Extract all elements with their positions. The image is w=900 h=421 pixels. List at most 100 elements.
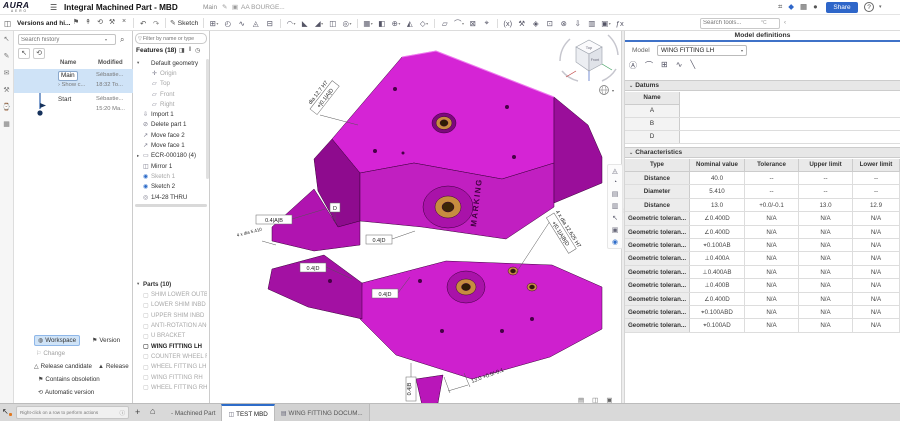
tools-icon[interactable]: ⚒	[3, 86, 9, 94]
api-icon[interactable]: ⌗	[778, 2, 782, 12]
units-label[interactable]: °C	[761, 20, 767, 26]
feature-item[interactable]: ▱ Right	[133, 99, 207, 109]
cursor-mode-icon[interactable]: ↖	[2, 407, 9, 416]
snapshot-icon[interactable]: ▣	[606, 396, 612, 404]
merge-icon[interactable]: ⚒	[108, 18, 116, 26]
perspective-toggle[interactable]: ▾	[600, 86, 615, 95]
redo-icon[interactable]: ↷	[153, 19, 159, 28]
surface-finish-tool-icon[interactable]: ∿	[676, 60, 683, 71]
version-name[interactable]: Start	[58, 96, 71, 103]
legend-workspace[interactable]: ◍Workspace	[34, 335, 80, 346]
part-item[interactable]: ▢ WHEEL FITTING RH	[133, 383, 207, 393]
tables-icon[interactable]: ▦	[3, 120, 10, 128]
fcf-b-vertical[interactable]: 0.4|B	[406, 377, 416, 401]
characteristic-row[interactable]: Geometric toleran... ∠0.400D N/A N/A N/A	[625, 226, 900, 239]
restore-icon[interactable]: ⟲	[96, 18, 104, 26]
display-states-icon[interactable]: ▥	[612, 202, 619, 210]
select-mode-icon[interactable]: ↖	[18, 48, 30, 59]
mbd-view-icon[interactable]: ◉	[612, 238, 618, 246]
search-tools-input[interactable]	[703, 20, 761, 26]
section-view-icon[interactable]: ◔	[613, 179, 617, 186]
version-row-start[interactable]: Start Sébastie... 15:20 Ma...	[14, 93, 133, 117]
branch-label[interactable]: Main	[203, 4, 217, 11]
insert-icon[interactable]: ▣ ▾	[599, 19, 613, 28]
version-search-input[interactable]	[21, 37, 105, 43]
model-select[interactable]: WING FITTING LH ▾	[657, 45, 747, 56]
view-caret-icon[interactable]: ▾	[612, 88, 614, 93]
curve-icon[interactable]: ⌒ ▾	[452, 18, 466, 29]
feature-item[interactable]: ◉ Sketch 1	[133, 171, 207, 181]
history-icon[interactable]: ◷	[195, 47, 200, 54]
print-icon[interactable]: ▥	[585, 19, 599, 28]
part-item[interactable]: ▢ U BRACKET	[133, 331, 207, 341]
sheet-icon[interactable]: ⊡	[543, 19, 557, 28]
separator-2[interactable]	[357, 19, 358, 28]
datum-d-label[interactable]: D	[330, 203, 340, 212]
separator-3[interactable]	[434, 19, 435, 28]
info-icon[interactable]: ⓘ	[119, 409, 125, 417]
appearance-icon[interactable]: ◬	[612, 167, 617, 175]
datum-tool-icon[interactable]: Ⓐ	[629, 60, 637, 71]
characteristics-section-header[interactable]: ⌄Characteristics	[625, 147, 900, 158]
characteristic-row[interactable]: Geometric toleran... ∠0.400D N/A N/A N/A	[625, 212, 900, 225]
share-button[interactable]: Share	[826, 2, 858, 13]
saved-views-icon[interactable]: ▣	[612, 226, 619, 234]
part-item[interactable]: ▢ COUNTER WHEEL FIT...	[133, 352, 207, 362]
app-store-icon[interactable]: ◆	[788, 2, 794, 12]
leader-tool-icon[interactable]: ╲	[690, 60, 695, 71]
note-dia-12-7[interactable]: dia 12.7 H7 ⌖|0.1|A|D	[305, 77, 339, 115]
tree-splitter[interactable]	[135, 204, 207, 207]
restore-version-icon[interactable]: ⟲	[33, 48, 45, 59]
feature-filter-box[interactable]: ▽	[135, 33, 207, 44]
comments-icon[interactable]: ✉	[4, 69, 10, 77]
parts-section[interactable]: ▾ Parts (10)	[133, 279, 207, 289]
create-branch-icon[interactable]: ↟	[84, 18, 92, 26]
version-name[interactable]: Main	[58, 71, 78, 81]
feature-item[interactable]: ◫ Mirror 1	[133, 161, 207, 171]
note-dia-5-410[interactable]: 4 x dia 5.410	[236, 226, 263, 237]
feature-item[interactable]: ⇩ Import 1	[133, 109, 207, 119]
part-item[interactable]: ▢ ANTI-ROTATION ANG...	[133, 321, 207, 331]
home-icon[interactable]: ⌂	[150, 406, 155, 416]
characteristic-row[interactable]: Geometric toleran... ⊥0.400A N/A N/A N/A	[625, 252, 900, 265]
feature-item[interactable]: ✛ Origin	[133, 68, 207, 78]
rollback-icon[interactable]: ◨	[179, 47, 185, 54]
version-row-main[interactable]: Main › Show c... Sébastie... 18:32 To...	[14, 69, 133, 93]
datum-row[interactable]: D	[625, 131, 900, 144]
thicken-icon[interactable]: ⊟	[263, 19, 277, 28]
org-icon[interactable]: ▦	[800, 2, 807, 12]
characteristic-row[interactable]: Geometric toleran... ⌖0.100AB N/A N/A N/…	[625, 239, 900, 252]
fcf-d-2[interactable]: 0.4|D	[300, 263, 326, 272]
feature-item[interactable]: ▱ Top	[133, 79, 207, 89]
tree-scrollbar[interactable]	[206, 59, 209, 179]
create-version-icon[interactable]: ⚑	[72, 18, 80, 26]
part-item[interactable]: ▢ WING FITTING LH	[133, 341, 207, 351]
version-search-box[interactable]: ▾	[18, 34, 116, 45]
search-caret-icon[interactable]: ▾	[105, 37, 107, 42]
edit-icon[interactable]: ✎	[222, 3, 227, 11]
geometric-tolerance-tool-icon[interactable]: ⊞	[661, 60, 668, 71]
export-icon[interactable]: ⇩	[571, 19, 585, 28]
camera-icon[interactable]: ◫	[592, 396, 598, 404]
undo-icon[interactable]: ↶	[140, 19, 146, 28]
separator-1[interactable]	[280, 19, 281, 28]
tab-test-mbd[interactable]: ◫ TEST MBD	[221, 404, 274, 421]
variables-icon[interactable]: (x)	[501, 19, 515, 28]
history-icon[interactable]: ⌚	[2, 103, 11, 111]
linear-pattern-icon[interactable]: ▦ ▾	[361, 19, 375, 28]
characteristic-row[interactable]: Geometric toleran... ∠0.400D N/A N/A N/A	[625, 293, 900, 306]
search-icon[interactable]: ⌕	[120, 35, 124, 45]
characteristic-row[interactable]: Geometric toleran... ⌖0.100AD N/A N/A N/…	[625, 319, 900, 332]
feature-filter-input[interactable]	[143, 36, 203, 42]
sketch-button[interactable]: ✎ Sketch	[170, 19, 198, 27]
feature-item[interactable]: ◉ Sketch 2	[133, 182, 207, 192]
header-caret-icon[interactable]: ▾	[879, 4, 882, 10]
datum-row[interactable]: B	[625, 118, 900, 131]
dimension-tool-icon[interactable]: ⌒	[645, 60, 653, 71]
chamfer-icon[interactable]: ◣	[298, 19, 312, 28]
characteristic-row[interactable]: Geometric toleran... ⊥0.400B N/A N/A N/A	[625, 279, 900, 292]
sweep-icon[interactable]: ∿	[235, 19, 249, 28]
feature-item[interactable]: ▱ Front	[133, 89, 207, 99]
part-item[interactable]: ▢ LOWER SHIM INBD	[133, 300, 207, 310]
account-icon[interactable]: ●	[813, 2, 818, 12]
